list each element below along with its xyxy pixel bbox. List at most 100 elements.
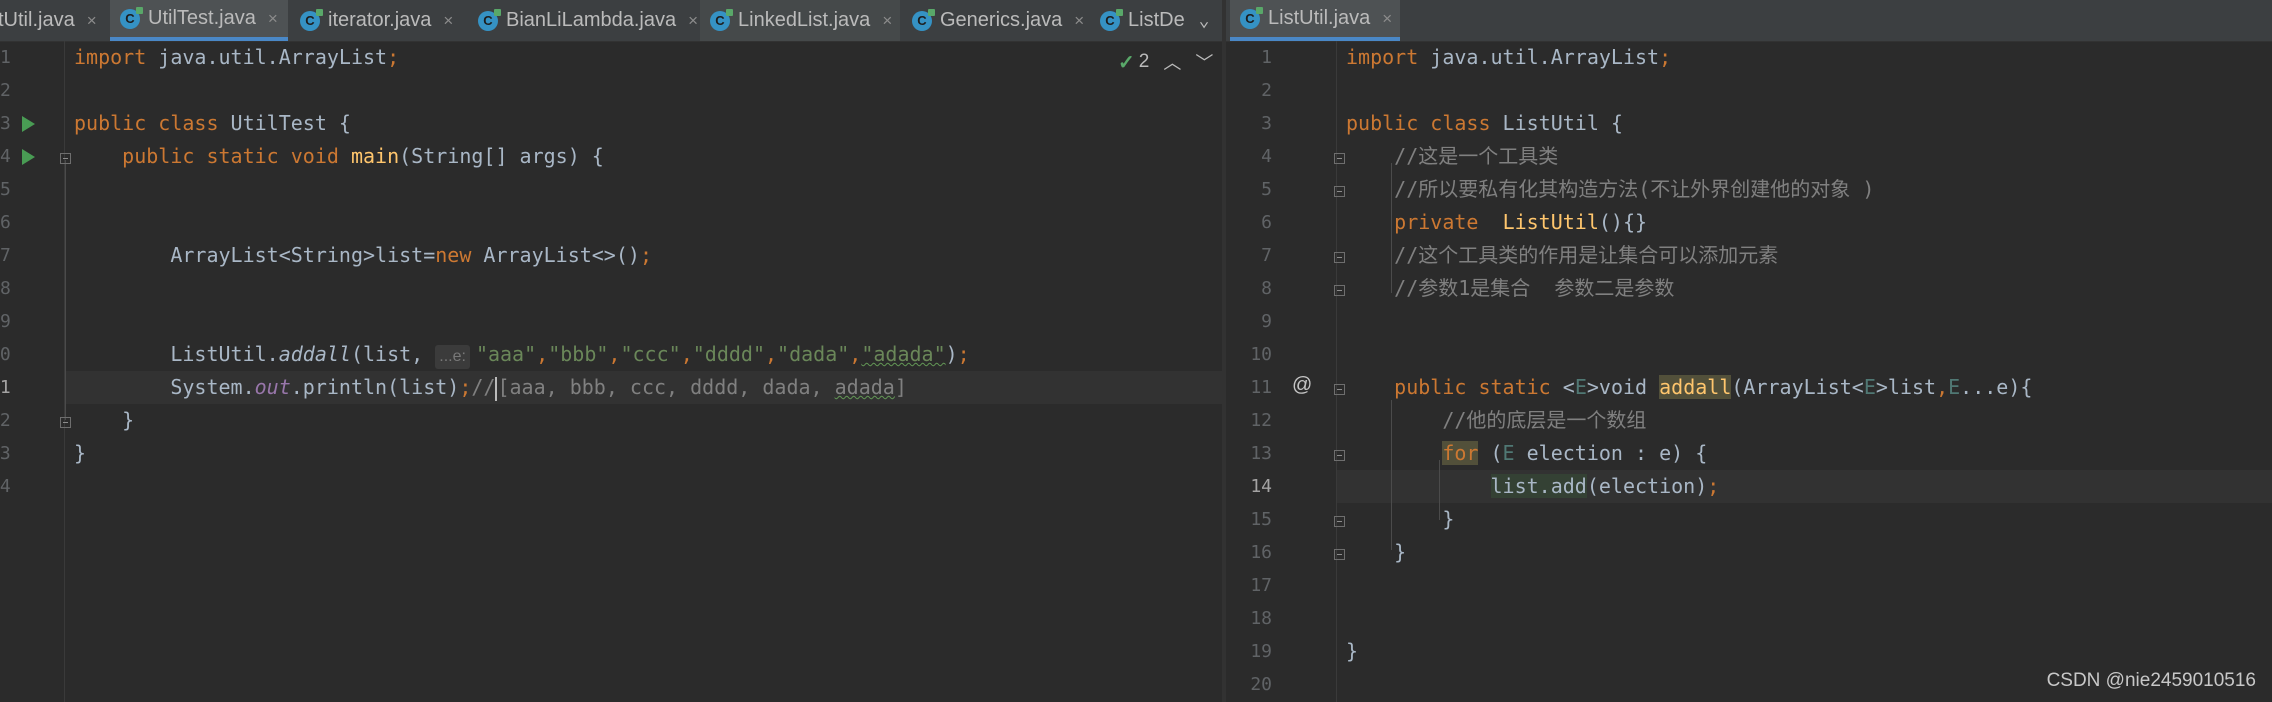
- line-number: 7: [0, 245, 11, 266]
- code-line-4[interactable]: public static void main(String[] args) {: [74, 140, 604, 173]
- run-main-icon[interactable]: [22, 149, 35, 165]
- code-token: }: [1346, 639, 1359, 663]
- line-number: 8: [0, 278, 11, 299]
- line-number: 14: [0, 476, 11, 497]
- line-number: 1: [0, 47, 11, 68]
- line-number: 18: [1250, 608, 1272, 629]
- tab-label: UtilTest.java: [148, 7, 256, 29]
- tab-label: Generics.java: [940, 9, 1063, 31]
- java-class-icon: C: [912, 8, 935, 31]
- code-comment: //他的底层是一个数组: [1442, 408, 1647, 432]
- line-number: 16: [1250, 542, 1272, 563]
- tab-bianlilambda[interactable]: C BianLiLambda.java ×: [468, 0, 698, 41]
- close-icon[interactable]: ×: [87, 11, 97, 31]
- line-number: 11: [1250, 377, 1272, 398]
- code-line-19[interactable]: }: [1346, 635, 1358, 668]
- tab-iterator[interactable]: C iterator.java ×: [290, 0, 466, 41]
- tab-utiltest[interactable]: C UtilTest.java ×: [110, 0, 288, 41]
- fold-guide: [65, 160, 66, 420]
- chevron-down-icon[interactable]: ⌄: [1186, 0, 1222, 41]
- inspection-widget[interactable]: ✓ 2 ︿ ﹀: [1118, 48, 1213, 76]
- fold-icon[interactable]: [1334, 549, 1345, 560]
- java-class-icon: C: [1100, 8, 1123, 31]
- code-token: E: [1948, 375, 1961, 399]
- close-icon[interactable]: ×: [268, 9, 278, 29]
- code-line-13[interactable]: }: [74, 437, 86, 470]
- close-icon[interactable]: ×: [1382, 9, 1392, 29]
- code-token: import: [74, 45, 147, 69]
- code-comment: //这个工具类的作用是让集合可以添加元素: [1394, 243, 1779, 267]
- code-line-14[interactable]: list.add(election);: [1346, 470, 1719, 503]
- code-line-15[interactable]: }: [1346, 503, 1454, 536]
- code-token: <: [1550, 375, 1575, 399]
- code-line-3[interactable]: public class ListUtil {: [1346, 107, 1623, 140]
- code-token: ;: [387, 45, 400, 69]
- code-line-12[interactable]: }: [74, 404, 134, 437]
- code-token: ListUtil.: [170, 342, 279, 366]
- code-token: adada: [834, 375, 895, 399]
- code-line-1[interactable]: import java.util.ArrayList;: [74, 41, 399, 74]
- fold-icon[interactable]: [1334, 252, 1345, 263]
- close-icon[interactable]: ×: [1074, 11, 1084, 31]
- chevron-up-icon[interactable]: ︿: [1163, 49, 1181, 75]
- close-icon[interactable]: ×: [882, 11, 892, 31]
- tab-listutil[interactable]: C ListUtil.java ×: [1230, 0, 1400, 41]
- tab-label: BianLiLambda.java: [506, 9, 677, 31]
- fold-icon[interactable]: [1334, 450, 1345, 461]
- right-tab-bar: C ListUtil.java ×: [1226, 0, 2272, 42]
- code-line-8[interactable]: //参数1是集合 参数二是参数: [1346, 272, 1674, 305]
- code-line-7[interactable]: ArrayList<String>list=new ArrayList<>();: [74, 239, 652, 272]
- code-line-16[interactable]: }: [1346, 536, 1406, 569]
- code-line-6[interactable]: private ListUtil(){}: [1346, 206, 1647, 239]
- string-literal: "dada": [777, 342, 850, 366]
- line-number: 4: [0, 146, 11, 167]
- line-number: 4: [1261, 146, 1272, 167]
- fold-icon[interactable]: [1334, 285, 1345, 296]
- code-token: >list: [1875, 375, 1937, 399]
- code-token: out: [254, 375, 291, 399]
- code-token: list.add: [1490, 474, 1587, 498]
- code-line-1[interactable]: import java.util.ArrayList;: [1346, 41, 1671, 74]
- tab-label: iterator.java: [328, 9, 432, 31]
- code-token: .println(list): [290, 375, 460, 399]
- code-token: ,: [849, 342, 862, 366]
- code-line-11[interactable]: System.out.println(list);//[aaa, bbb, cc…: [74, 371, 907, 404]
- line-number: 5: [0, 179, 11, 200]
- code-token: ,: [536, 342, 549, 366]
- java-class-icon: C: [710, 8, 733, 31]
- java-class-icon: C: [300, 8, 323, 31]
- tab-generics[interactable]: C Generics.java ×: [902, 0, 1088, 41]
- code-line-3[interactable]: public class UtilTest {: [74, 107, 351, 140]
- code-line-4[interactable]: //这是一个工具类: [1346, 140, 1558, 173]
- fold-icon[interactable]: [1334, 516, 1345, 527]
- run-class-icon[interactable]: [22, 116, 35, 132]
- fold-icon[interactable]: [1334, 186, 1345, 197]
- chevron-down-icon[interactable]: ﹀: [1195, 49, 1213, 75]
- line-number: 2: [1261, 80, 1272, 101]
- fold-icon[interactable]: [1334, 153, 1345, 164]
- fold-icon[interactable]: [1334, 384, 1345, 395]
- code-token: (list,: [350, 342, 436, 366]
- close-icon[interactable]: ×: [688, 11, 698, 31]
- line-number: 6: [0, 212, 11, 233]
- code-line-10[interactable]: ListUtil.addall(list, ...e: "aaa","bbb","…: [74, 338, 970, 371]
- java-class-icon: C: [120, 6, 143, 29]
- fold-icon[interactable]: [60, 417, 71, 428]
- code-line-5[interactable]: //所以要私有化其构造方法(不让外界创建他的对象 ): [1346, 173, 1874, 206]
- inspection-count: 2: [1138, 51, 1150, 72]
- fold-icon[interactable]: [60, 153, 71, 164]
- implemented-method-icon[interactable]: @: [1292, 374, 1312, 397]
- close-icon[interactable]: ×: [443, 11, 453, 31]
- code-token: E: [1863, 375, 1876, 399]
- code-line-13[interactable]: for (E election : e) {: [1346, 437, 1707, 470]
- tab-linkedlist[interactable]: C LinkedList.java ×: [700, 0, 900, 41]
- code-line-12[interactable]: //他的底层是一个数组: [1346, 404, 1646, 437]
- tab-listutil-partial[interactable]: tUtil.java ×: [0, 0, 108, 41]
- code-line-11[interactable]: public static <E>void addall(ArrayList<E…: [1346, 371, 2032, 404]
- tab-listdemo-partial[interactable]: C ListDe: [1090, 0, 1190, 41]
- code-token: ;: [459, 375, 472, 399]
- watermark: CSDN @nie2459010516: [2046, 670, 2256, 691]
- code-token: ListUtil: [1502, 210, 1599, 234]
- code-token: ,: [608, 342, 621, 366]
- code-line-7[interactable]: //这个工具类的作用是让集合可以添加元素: [1346, 239, 1778, 272]
